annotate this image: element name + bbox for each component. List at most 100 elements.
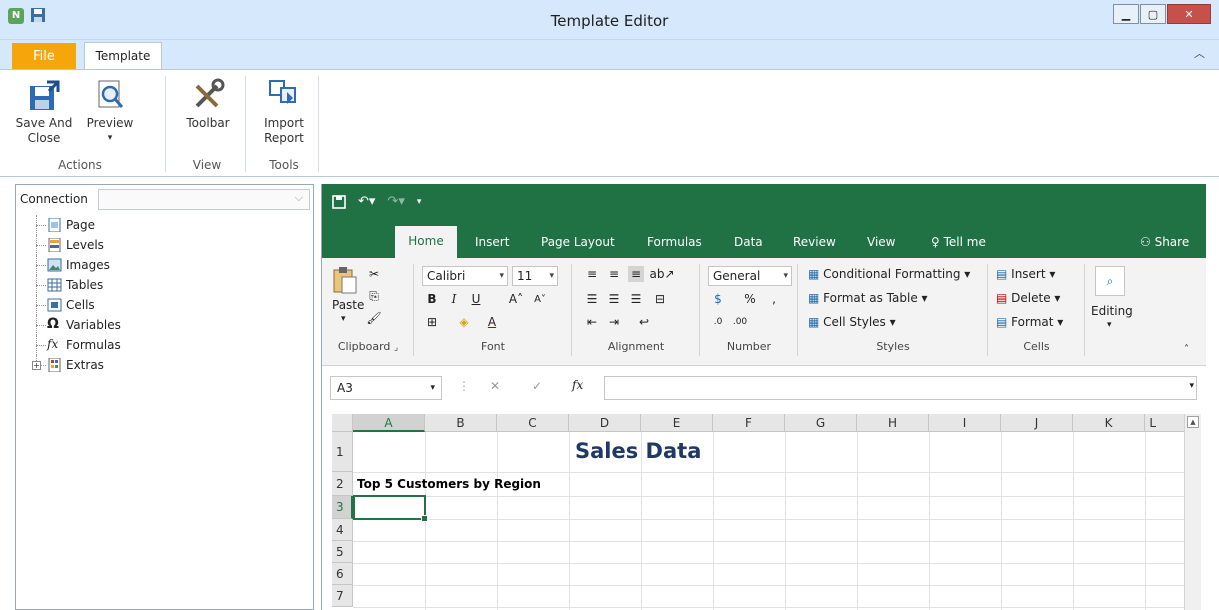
conditional-formatting-button[interactable]: ▦ Conditional Formatting ▾ [808,267,970,281]
column-header[interactable]: F [713,414,785,432]
excel-tab-home[interactable]: Home [395,226,457,258]
font-size-select[interactable]: 11 ▾ [512,266,558,286]
customize-qat-icon[interactable]: ▾ [417,197,422,207]
close-button[interactable]: ✕ [1167,4,1211,24]
tree-item-formulas[interactable]: fx Formulas [16,335,313,355]
merge-center-icon[interactable]: ⊟ [652,291,668,307]
excel-tab-formulas[interactable]: Formulas [647,235,702,249]
increase-indent-icon[interactable]: ⇥ [606,314,622,330]
expand-formula-bar-icon[interactable]: ▾ [1189,381,1194,391]
insert-function-icon[interactable]: fx [572,378,583,392]
format-as-table-button[interactable]: ▦ Format as Table ▾ [808,291,928,305]
import-report-button[interactable]: Import Report [254,78,314,146]
minimize-button[interactable]: ▁ [1113,4,1139,24]
save-and-close-button[interactable]: Save And Close [14,78,74,146]
collapse-ribbon-icon[interactable]: ︿ [1194,45,1205,61]
tree-item-cells[interactable]: Cells [16,295,313,315]
row-header[interactable]: 7 [332,585,353,607]
paste-dropdown-icon[interactable]: ▾ [341,314,346,324]
chevron-down-icon[interactable]: ▾ [430,377,435,399]
comma-style-icon[interactable]: , [766,291,782,307]
tab-file[interactable]: File [12,43,76,70]
row-header[interactable]: 2 [332,472,353,496]
copy-icon[interactable]: ⎘ [366,288,382,304]
selected-cell-a3[interactable] [353,495,428,522]
column-header[interactable]: E [641,414,713,432]
paste-label[interactable]: Paste [332,298,364,312]
align-center-icon[interactable]: ☰ [606,291,622,307]
align-top-icon[interactable]: ≡ [584,266,600,282]
align-right-icon[interactable]: ☰ [628,291,644,307]
accounting-format-icon[interactable]: $ [710,291,726,307]
increase-decimal-icon[interactable]: .0 [710,314,726,330]
tree-item-extras[interactable]: + Extras [16,355,313,375]
tell-me-search[interactable]: ♀ Tell me [931,235,986,249]
borders-icon[interactable]: ⊞ [424,314,440,330]
column-header[interactable]: B [425,414,497,432]
column-header[interactable]: A [353,414,425,432]
row-header[interactable]: 3 [332,496,353,519]
format-cells-button[interactable]: ▤ Format ▾ [996,315,1063,329]
undo-icon[interactable]: ↶▾ [358,194,375,209]
decrease-font-icon[interactable]: A˅ [532,291,548,307]
expand-icon[interactable]: + [32,361,41,370]
tab-template[interactable]: Template [84,42,162,70]
preview-button[interactable]: Preview ▾ [80,78,140,146]
toolbar-button[interactable]: Toolbar [178,78,238,131]
excel-tab-data[interactable]: Data [734,235,763,249]
row-header[interactable]: 6 [332,563,353,585]
delete-cells-button[interactable]: ▤ Delete ▾ [996,291,1060,305]
tree-item-page[interactable]: Page [16,215,313,235]
excel-tab-insert[interactable]: Insert [475,235,509,249]
decrease-indent-icon[interactable]: ⇤ [584,314,600,330]
row-header[interactable]: 1 [332,432,353,472]
editing-label[interactable]: Editing [1091,304,1133,318]
confirm-entry-icon[interactable]: ✓ [532,379,542,393]
column-header[interactable]: D [569,414,641,432]
column-header[interactable]: I [929,414,1001,432]
connection-select[interactable] [98,189,310,210]
increase-font-icon[interactable]: A˄ [508,291,524,307]
excel-tab-page-layout[interactable]: Page Layout [541,235,615,249]
bold-button[interactable]: B [424,291,440,307]
find-icon[interactable]: ⌕ [1095,266,1125,296]
font-color-icon[interactable]: A [484,314,500,330]
cell-styles-button[interactable]: ▦ Cell Styles ▾ [808,315,896,329]
excel-tab-review[interactable]: Review [793,235,836,249]
vertical-scrollbar[interactable]: ▲ [1184,414,1201,610]
align-left-icon[interactable]: ☰ [584,291,600,307]
name-box[interactable]: A3 ▾ [330,376,442,400]
tree-item-levels[interactable]: Levels [16,235,313,255]
wrap-text-icon[interactable]: ↩ [636,314,652,330]
preview-dropdown-icon[interactable]: ▾ [80,131,140,146]
excel-tab-view[interactable]: View [867,235,895,249]
row-header[interactable]: 5 [332,541,353,563]
cancel-entry-icon[interactable]: ✕ [490,379,500,393]
tree-item-variables[interactable]: Ω Variables [16,315,313,335]
scroll-up-icon[interactable]: ▲ [1187,416,1199,428]
redo-icon[interactable]: ↷▾ [387,194,404,209]
font-name-select[interactable]: Calibri ▾ [422,266,508,286]
share-button[interactable]: ⚇ Share [1140,235,1189,249]
select-all-button[interactable] [332,414,353,432]
align-middle-icon[interactable]: ≡ [606,266,622,282]
italic-button[interactable]: I [446,291,462,307]
format-painter-icon[interactable]: 🖌 [366,310,382,326]
editing-dropdown-icon[interactable]: ▾ [1107,320,1112,330]
insert-cells-button[interactable]: ▤ Insert ▾ [996,267,1055,281]
percent-style-icon[interactable]: % [742,291,758,307]
column-header[interactable]: J [1001,414,1073,432]
column-header[interactable]: K [1073,414,1145,432]
row-header[interactable]: 4 [332,519,353,541]
dialog-launcher-icon[interactable]: ⌟ [394,343,398,353]
column-header[interactable]: C [497,414,569,432]
formula-input[interactable] [604,376,1197,400]
cut-icon[interactable]: ✂ [366,266,382,282]
align-bottom-icon[interactable]: ≡ [628,266,644,282]
maximize-button[interactable]: ▢ [1140,4,1166,24]
tree-item-tables[interactable]: Tables [16,275,313,295]
column-header[interactable]: H [857,414,929,432]
fill-color-icon[interactable]: ◈ [456,314,472,330]
collapse-excel-ribbon-icon[interactable]: ˄ [1184,344,1189,355]
save-icon[interactable] [332,194,346,209]
